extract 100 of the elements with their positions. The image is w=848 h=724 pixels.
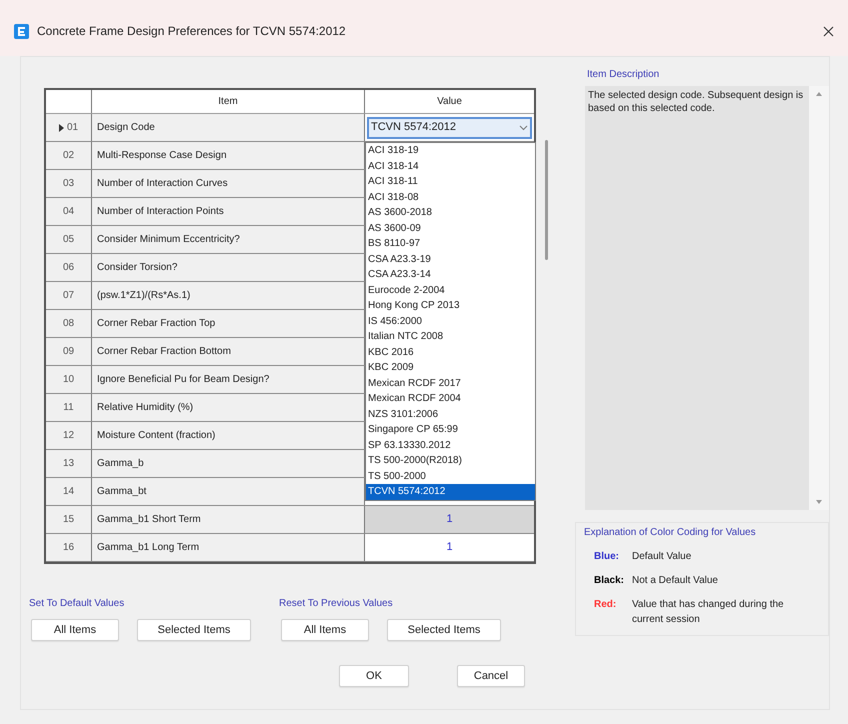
table-cell: (psw.1*Z1)/(Rs*As.1) — [92, 282, 365, 309]
dropdown-option[interactable]: Singapore CP 65:99 — [366, 422, 535, 438]
scroll-down-icon[interactable] — [816, 500, 822, 504]
table-cell: Gamma_b — [92, 450, 365, 477]
dropdown-option[interactable]: Italian NTC 2008 — [366, 329, 535, 344]
row-number: 03 — [62, 177, 74, 191]
design-code-combobox[interactable]: TCVN 5574:2012 — [367, 116, 532, 138]
group-label: Item Description — [587, 68, 660, 82]
dropdown-option[interactable]: CSA A23.3-14 — [366, 267, 535, 282]
dropdown-option[interactable]: TCVN 5574:2012 — [366, 484, 535, 500]
dropdown-option[interactable]: Mexican RCDF 2004 — [366, 391, 535, 406]
row-header[interactable]: 11 — [46, 394, 92, 421]
dropdown-option[interactable]: ACI 318-19 — [366, 143, 535, 158]
table-cell: Ignore Beneficial Pu for Beam Design? — [92, 366, 365, 393]
row-header[interactable]: 15 — [46, 506, 92, 533]
row-header[interactable]: 08 — [46, 310, 92, 337]
row-number: 16 — [62, 541, 74, 555]
color-meaning: Value that has changed during the current session — [632, 598, 785, 627]
table-cell: Gamma_b1 Long Term — [92, 534, 365, 561]
app-icon — [14, 24, 29, 38]
dropdown-option[interactable]: Mexican RCDF 2017 — [366, 376, 535, 391]
table-cell: Relative Humidity (%) — [92, 394, 365, 421]
dropdown-option[interactable]: AS 3600-2018 — [366, 205, 535, 220]
scrollbar-thumb[interactable] — [544, 140, 548, 260]
table-cell: Corner Rebar Fraction Bottom — [92, 338, 365, 365]
table-cell: Consider Minimum Eccentricity? — [92, 226, 365, 253]
table-cell: Multi-Response Case Design — [92, 142, 365, 169]
row-header[interactable]: 05 — [46, 226, 92, 253]
color-name: Black: — [594, 574, 626, 588]
row-number: 02 — [62, 149, 74, 163]
dropdown-option[interactable]: BS 8110-97 — [366, 236, 535, 252]
table-cell: 1 — [365, 506, 534, 533]
dropdown-option[interactable]: CSA A23.3-19 — [366, 252, 535, 267]
row-number: 10 — [62, 373, 74, 387]
row-number: 13 — [62, 457, 74, 471]
dropdown-option[interactable]: Eurocode 2-2004 — [366, 282, 535, 298]
dropdown-option[interactable]: TS 500-2000(R2018) — [366, 453, 535, 468]
color-meaning: Not a Default Value — [632, 574, 719, 588]
dropdown-option[interactable]: TS 500-2000 — [366, 468, 535, 484]
dropdown-option[interactable]: ACI 318-08 — [366, 190, 535, 205]
scroll-up-icon[interactable] — [816, 92, 822, 96]
row-header[interactable]: 16 — [46, 534, 92, 561]
column-header: Value — [436, 95, 463, 109]
dialog-button[interactable]: OK — [339, 665, 409, 687]
group-label: Reset To Previous Values — [279, 597, 394, 611]
row-number: 08 — [62, 317, 74, 331]
column-header: Item — [92, 90, 365, 113]
table-cell: Number of Interaction Curves — [92, 170, 365, 197]
dropdown-option[interactable]: KBC 2009 — [366, 360, 535, 376]
row-header[interactable]: 02 — [46, 142, 92, 169]
chevron-down-icon — [519, 124, 528, 130]
table-cell: Design Code — [92, 114, 365, 141]
dropdown-option[interactable]: NZS 3101:2006 — [366, 406, 535, 422]
dropdown-option[interactable]: SP 63.13330.2012 — [366, 438, 535, 453]
dropdown-option[interactable]: ACI 318-11 — [366, 174, 535, 190]
row-number: 09 — [62, 345, 74, 359]
dropdown-option[interactable]: IS 456:2000 — [366, 314, 535, 329]
row-number: 12 — [62, 429, 74, 443]
table-cell: Corner Rebar Fraction Top — [92, 310, 365, 337]
dropdown-option[interactable]: ACI 318-14 — [366, 158, 535, 174]
row-number: 05 — [62, 233, 74, 247]
dialog-button[interactable]: Selected Items — [387, 619, 501, 641]
row-header[interactable]: 03 — [46, 170, 92, 197]
dropdown-option[interactable]: Hong Kong CP 2013 — [366, 298, 535, 314]
table-cell: Number of Interaction Points — [92, 198, 365, 225]
row-header[interactable]: 04 — [46, 198, 92, 225]
table-cell: Consider Torsion? — [92, 254, 365, 281]
row-number: 07 — [62, 289, 74, 303]
row-number: 14 — [62, 485, 74, 499]
table-cell: Gamma_b1 Short Term — [92, 506, 365, 533]
dialog-button[interactable]: All Items — [281, 619, 369, 641]
color-name: Blue: — [594, 550, 620, 564]
row-header[interactable]: 06 — [46, 254, 92, 281]
dialog-button[interactable]: Selected Items — [137, 619, 251, 641]
row-number: 06 — [62, 261, 74, 275]
table-cell: Moisture Content (fraction) — [92, 422, 365, 449]
row-header[interactable]: 14 — [46, 478, 92, 505]
color-name: Red: — [594, 598, 618, 612]
group-label: Set To Default Values — [29, 597, 126, 611]
row-header[interactable]: 12 — [46, 422, 92, 449]
row-number: 15 — [62, 513, 74, 527]
dropdown-option[interactable]: AS 3600-09 — [366, 220, 535, 236]
row-header[interactable]: 09 — [46, 338, 92, 365]
row-number: 01 — [66, 121, 78, 135]
row-header[interactable]: 01 — [46, 114, 92, 141]
row-header[interactable]: 10 — [46, 366, 92, 393]
dialog-button[interactable]: All Items — [31, 619, 119, 641]
group-label: Explanation of Color Coding for Values — [584, 526, 757, 540]
dropdown-option[interactable]: KBC 2016 — [366, 344, 535, 360]
row-number: 11 — [63, 401, 74, 415]
color-meaning: Default Value — [632, 550, 692, 564]
description-text: The selected design code. Subsequent design is based on this selected code. — [585, 86, 809, 510]
dialog-button[interactable]: Cancel — [457, 665, 525, 687]
row-header[interactable]: 07 — [46, 282, 92, 309]
row-header[interactable]: 13 — [46, 450, 92, 477]
row-pointer-icon — [58, 124, 64, 132]
table-cell: Gamma_bt — [92, 478, 365, 505]
close-icon[interactable] — [823, 26, 834, 36]
window-title: Concrete Frame Design Preferences for TCVN 5574:2012 — [37, 23, 346, 40]
row-number: 04 — [62, 205, 74, 219]
